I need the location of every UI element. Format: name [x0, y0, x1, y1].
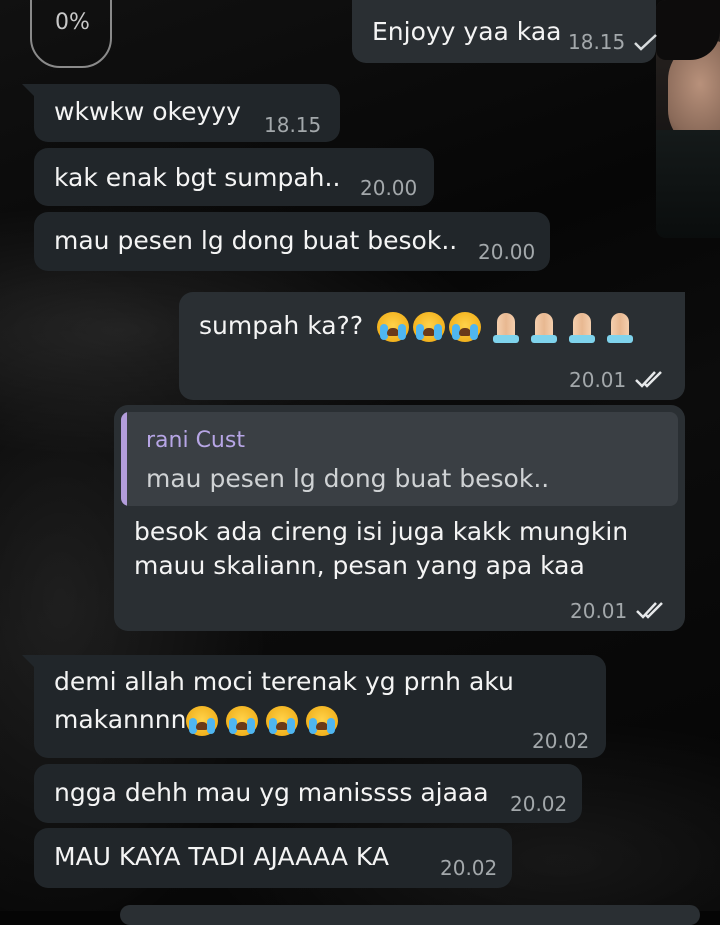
message-bubble-incoming[interactable]: kak enak bgt sumpah.. 20.00 [34, 148, 434, 206]
double-check-icon [636, 602, 663, 619]
message-text-line-1: demi allah moci terenak yg prnh aku [54, 667, 514, 696]
message-bubble-partial[interactable] [120, 905, 700, 925]
crying-face-emoji [377, 312, 410, 342]
message-time: 18.15 [264, 113, 322, 137]
message-time: 20.01 [570, 599, 628, 623]
folded-hands-emoji [531, 311, 558, 343]
reply-quoted-text: mau pesen lg dong buat besok.. [146, 464, 550, 493]
message-time: 20.00 [360, 176, 418, 200]
message-time: 20.02 [510, 792, 568, 816]
double-check-icon [635, 371, 662, 388]
message-text: kak enak bgt sumpah.. [54, 163, 341, 192]
message-bubble-incoming[interactable]: demi allah moci terenak yg prnh aku maka… [34, 655, 606, 758]
message-text-line-1: besok ada cireng isi juga kakk mungkin [134, 517, 629, 546]
message-time: 20.01 [569, 368, 627, 392]
message-time: 20.02 [532, 729, 590, 753]
message-bubble-outgoing[interactable]: Enjoyy yaa kaa 18.15 [352, 0, 657, 63]
upload-progress-label: 0% [55, 10, 90, 35]
message-text-line-2: mauu skaliann, pesan yang apa kaa [134, 551, 585, 580]
message-text: sumpah ka?? [199, 309, 634, 343]
folded-hands-emoji [493, 311, 520, 343]
message-text: Enjoyy yaa kaa [372, 17, 562, 46]
reply-sender-name: rani Cust [146, 428, 245, 453]
message-text: MAU KAYA TADI AJAAAA KA [54, 842, 389, 871]
message-time: 20.00 [478, 240, 536, 264]
single-check-icon [634, 34, 657, 51]
message-time: 20.02 [440, 856, 498, 880]
reply-accent-bar [121, 412, 127, 506]
message-bubble-incoming[interactable]: wkwkw okeyyy 18.15 [34, 84, 340, 142]
message-bubble-outgoing[interactable]: sumpah ka?? 20.01 [179, 292, 685, 400]
crying-face-emoji [266, 706, 299, 736]
message-text: wkwkw okeyyy [54, 97, 241, 126]
message-time: 18.15 [568, 30, 626, 54]
folded-hands-emoji [569, 311, 596, 343]
message-text-line-2: makannnn [54, 703, 339, 737]
message-bubble-incoming[interactable]: MAU KAYA TADI AJAAAA KA 20.02 [34, 828, 512, 888]
folded-hands-emoji [607, 311, 634, 343]
crying-face-emoji [226, 706, 259, 736]
message-bubble-incoming[interactable]: ngga dehh mau yg manissss ajaaa 20.02 [34, 764, 582, 823]
crying-face-emoji [413, 312, 446, 342]
crying-face-emoji [306, 706, 339, 736]
message-text: mau pesen lg dong buat besok.. [54, 226, 458, 255]
quoted-reply[interactable]: rani Cust mau pesen lg dong buat besok.. [121, 412, 678, 506]
video-call-thumbnail[interactable] [656, 0, 720, 238]
message-bubble-incoming[interactable]: mau pesen lg dong buat besok.. 20.00 [34, 212, 550, 271]
crying-face-emoji [186, 706, 219, 736]
crying-face-emoji [449, 312, 482, 342]
message-text: ngga dehh mau yg manissss ajaaa [54, 778, 489, 807]
